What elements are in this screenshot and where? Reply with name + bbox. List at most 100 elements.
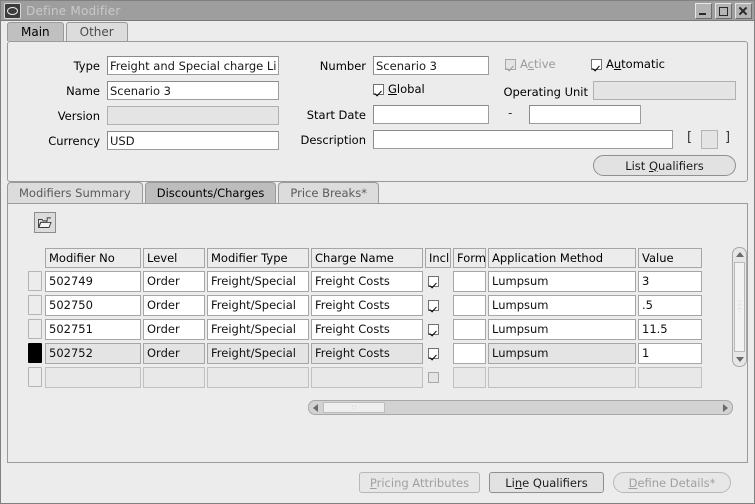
- cell-charge-name[interactable]: Freight Costs: [311, 270, 423, 292]
- cell-modifier-no[interactable]: [45, 366, 141, 388]
- scroll-up-icon[interactable]: [733, 248, 746, 261]
- include-checkbox[interactable]: [428, 323, 439, 335]
- column-header-application-method[interactable]: Application Method: [488, 247, 636, 268]
- tab-price-breaks[interactable]: Price Breaks*: [278, 182, 379, 203]
- cell-include[interactable]: [425, 367, 451, 388]
- cell-value[interactable]: 1: [638, 342, 702, 364]
- column-header-formula[interactable]: Formu: [453, 247, 486, 268]
- close-button[interactable]: [735, 2, 752, 19]
- column-header-include[interactable]: Inclu: [425, 247, 451, 268]
- cell-modifier-no[interactable]: 502750: [45, 294, 141, 316]
- cell-include[interactable]: [425, 343, 451, 364]
- cell-application-method[interactable]: Lumpsum: [488, 342, 636, 364]
- cell-value[interactable]: [638, 366, 702, 388]
- include-checkbox[interactable]: [428, 299, 439, 311]
- cell-level[interactable]: Order: [143, 342, 205, 364]
- scroll-left-icon[interactable]: [309, 401, 322, 414]
- version-label: Version: [57, 109, 100, 123]
- name-field[interactable]: Scenario 3: [107, 81, 279, 100]
- cell-modifier-no[interactable]: 502751: [45, 318, 141, 340]
- row-selector[interactable]: [28, 295, 42, 315]
- cell-charge-name[interactable]: [311, 366, 423, 388]
- vertical-scrollbar-thumb[interactable]: ∵ ∵ ∵: [734, 262, 745, 352]
- scroll-down-icon[interactable]: [733, 353, 746, 366]
- cell-value[interactable]: 11.5: [638, 318, 702, 340]
- define-details-button[interactable]: Define Details*: [613, 472, 731, 493]
- row-selector[interactable]: [28, 367, 42, 387]
- top-tab-strip: Main Other: [1, 21, 754, 41]
- row-selector[interactable]: [28, 271, 42, 291]
- footer-button-bar: Pricing Attributes Line Qualifiers Defin…: [1, 463, 754, 503]
- horizontal-scrollbar-thumb[interactable]: ∵: [323, 402, 385, 413]
- cell-formula[interactable]: [453, 366, 486, 388]
- currency-label: Currency: [48, 134, 100, 148]
- table-row-current[interactable]: 502752 Order Freight/Special Freight Cos…: [28, 341, 733, 365]
- cell-charge-name[interactable]: Freight Costs: [311, 294, 423, 316]
- cell-level[interactable]: Order: [143, 270, 205, 292]
- automatic-checkbox-label: Automatic: [606, 57, 665, 71]
- descriptive-flexfield-button[interactable]: [701, 130, 718, 149]
- cell-include[interactable]: [425, 271, 451, 292]
- tab-main[interactable]: Main: [7, 22, 64, 41]
- table-row[interactable]: 502749 Order Freight/Special Freight Cos…: [28, 269, 733, 293]
- list-qualifiers-button[interactable]: List Qualifiers: [593, 155, 736, 176]
- global-checkbox[interactable]: Global: [373, 82, 425, 96]
- cell-formula[interactable]: [453, 318, 486, 340]
- folder-open-export-icon[interactable]: [34, 212, 56, 233]
- cell-formula[interactable]: [453, 270, 486, 292]
- tab-discounts-charges[interactable]: Discounts/Charges: [144, 182, 277, 203]
- cell-modifier-type[interactable]: Freight/Special: [207, 342, 309, 364]
- cell-application-method[interactable]: Lumpsum: [488, 318, 636, 340]
- cell-modifier-type[interactable]: Freight/Special: [207, 318, 309, 340]
- row-selector-current[interactable]: [28, 343, 42, 363]
- cell-value[interactable]: .5: [638, 294, 702, 316]
- automatic-checkbox-box[interactable]: [591, 58, 602, 70]
- column-header-value[interactable]: Value: [638, 247, 702, 268]
- cell-modifier-no[interactable]: 502752: [45, 342, 141, 364]
- cell-include[interactable]: [425, 319, 451, 340]
- include-checkbox[interactable]: [428, 275, 439, 287]
- description-field[interactable]: [373, 130, 673, 149]
- minimize-button[interactable]: [695, 2, 712, 19]
- cell-application-method[interactable]: [488, 366, 636, 388]
- grid-horizontal-scrollbar[interactable]: ∵: [308, 400, 733, 415]
- automatic-checkbox[interactable]: Automatic: [591, 57, 665, 71]
- cell-include[interactable]: [425, 295, 451, 316]
- cell-modifier-type[interactable]: [207, 366, 309, 388]
- start-date-to-field[interactable]: [529, 105, 641, 124]
- cell-modifier-no[interactable]: 502749: [45, 270, 141, 292]
- column-header-modifier-no[interactable]: Modifier No: [45, 247, 141, 268]
- start-date-from-field[interactable]: [373, 105, 489, 124]
- cell-value[interactable]: 3: [638, 270, 702, 292]
- column-header-modifier-type[interactable]: Modifier Type: [207, 247, 309, 268]
- include-checkbox[interactable]: [428, 347, 439, 359]
- cell-formula[interactable]: [453, 342, 486, 364]
- include-checkbox[interactable]: [428, 371, 439, 383]
- tab-modifiers-summary[interactable]: Modifiers Summary: [7, 182, 143, 203]
- tab-other[interactable]: Other: [65, 22, 128, 41]
- window-titlebar[interactable]: Define Modifier: [1, 1, 754, 21]
- column-header-charge-name[interactable]: Charge Name: [311, 247, 423, 268]
- global-checkbox-box[interactable]: [373, 83, 384, 95]
- line-qualifiers-button[interactable]: Line Qualifiers: [489, 472, 604, 493]
- scroll-right-icon[interactable]: [719, 401, 732, 414]
- cell-level[interactable]: [143, 366, 205, 388]
- row-selector[interactable]: [28, 319, 42, 339]
- table-row[interactable]: 502750 Order Freight/Special Freight Cos…: [28, 293, 733, 317]
- column-header-level[interactable]: Level: [143, 247, 205, 268]
- cell-charge-name[interactable]: Freight Costs: [311, 342, 423, 364]
- table-row[interactable]: 502751 Order Freight/Special Freight Cos…: [28, 317, 733, 341]
- cell-modifier-type[interactable]: Freight/Special: [207, 294, 309, 316]
- cell-application-method[interactable]: Lumpsum: [488, 270, 636, 292]
- maximize-button[interactable]: [715, 2, 732, 19]
- grid-vertical-scrollbar[interactable]: ∵ ∵ ∵: [732, 247, 747, 367]
- cell-charge-name[interactable]: Freight Costs: [311, 318, 423, 340]
- cell-level[interactable]: Order: [143, 294, 205, 316]
- cell-application-method[interactable]: Lumpsum: [488, 294, 636, 316]
- cell-formula[interactable]: [453, 294, 486, 316]
- cell-modifier-type[interactable]: Freight/Special: [207, 270, 309, 292]
- number-field[interactable]: Scenario 3: [373, 56, 489, 75]
- cell-level[interactable]: Order: [143, 318, 205, 340]
- pricing-attributes-button[interactable]: Pricing Attributes: [359, 472, 480, 493]
- table-row-empty[interactable]: [28, 365, 733, 389]
